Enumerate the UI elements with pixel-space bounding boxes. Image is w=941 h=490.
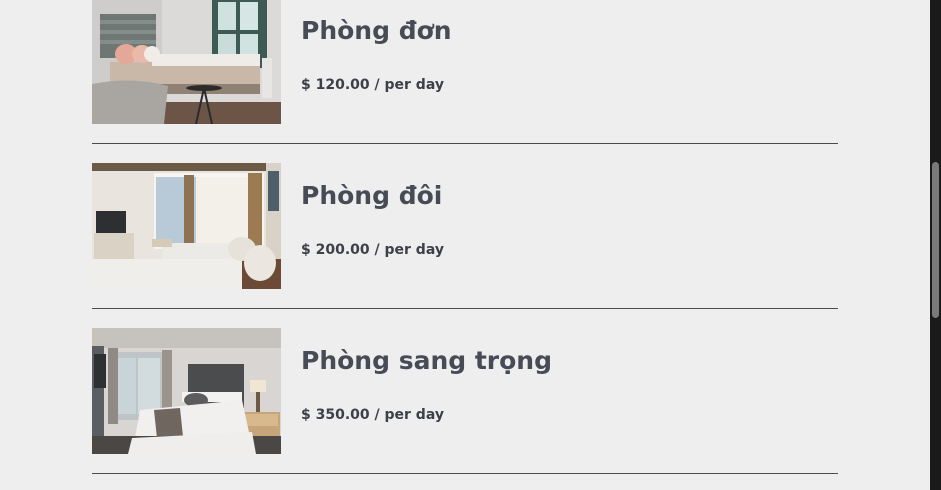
- room-item-double[interactable]: Phòng đôi $ 200.00 / per day: [92, 163, 838, 328]
- room-divider: [92, 308, 838, 309]
- vertical-scrollbar[interactable]: [930, 0, 941, 490]
- price-amount: $ 120.00: [301, 77, 370, 93]
- room-item-single[interactable]: Phòng đơn $ 120.00 / per day: [92, 0, 838, 163]
- room-item-deluxe[interactable]: Phòng sang trọng $ 350.00 / per day: [92, 328, 838, 490]
- room-title[interactable]: Phòng đơn: [301, 16, 452, 45]
- scrollbar-thumb[interactable]: [932, 162, 939, 318]
- price-unit: / per day: [374, 242, 444, 258]
- room-price: $ 350.00 / per day: [301, 407, 444, 423]
- twin-bed-room-photo: [92, 163, 281, 289]
- deluxe-room-photo: [92, 328, 281, 454]
- room-price: $ 120.00 / per day: [301, 77, 444, 93]
- price-amount: $ 200.00: [301, 242, 370, 258]
- room-divider: [92, 473, 838, 474]
- room-title[interactable]: Phòng đôi: [301, 181, 442, 210]
- price-unit: / per day: [374, 407, 444, 423]
- room-photo-deluxe[interactable]: [92, 328, 281, 454]
- room-list-page: Phòng đơn $ 120.00 / per day Phòng đôi $…: [0, 0, 930, 490]
- price-amount: $ 350.00: [301, 407, 370, 423]
- room-divider: [92, 143, 838, 144]
- room-photo-single[interactable]: [92, 0, 281, 124]
- room-photo-double[interactable]: [92, 163, 281, 289]
- price-unit: / per day: [374, 77, 444, 93]
- room-price: $ 200.00 / per day: [301, 242, 444, 258]
- room-title[interactable]: Phòng sang trọng: [301, 346, 552, 375]
- single-bed-room-photo: [92, 0, 281, 124]
